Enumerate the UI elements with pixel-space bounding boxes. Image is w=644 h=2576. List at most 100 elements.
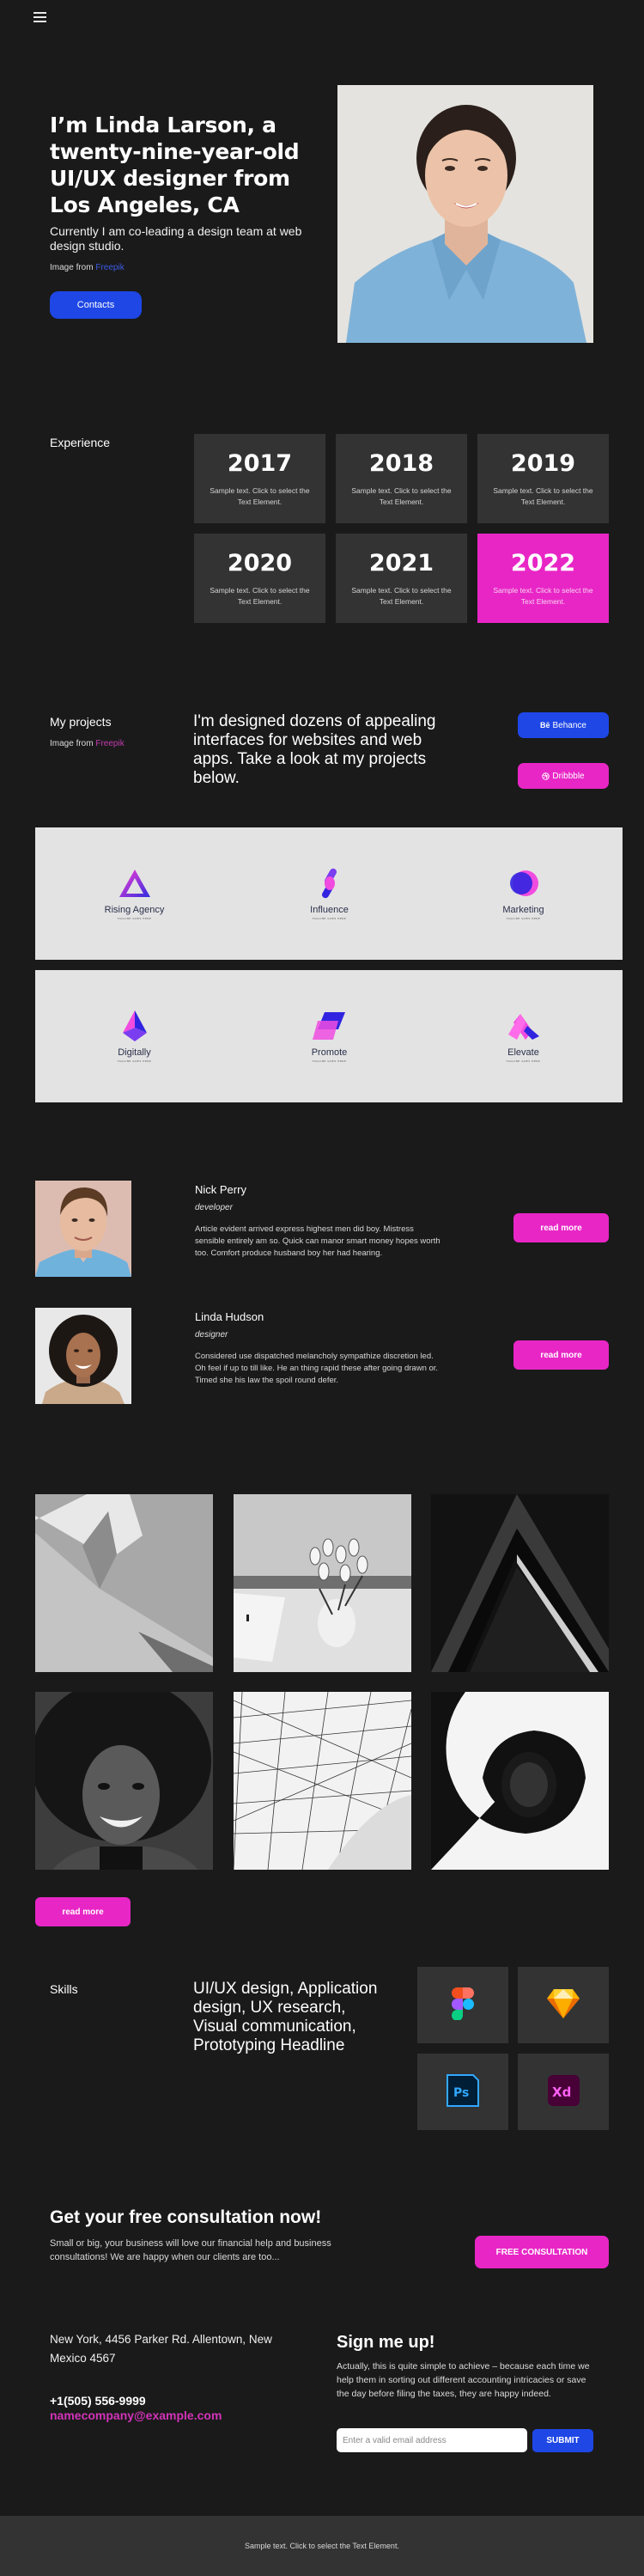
skills-headline: UI/UX design, Application design, UX res…: [193, 1980, 378, 2054]
experience-text: Sample text. Click to select the Text El…: [351, 486, 452, 506]
submit-button[interactable]: SUBMIT: [532, 2429, 593, 2452]
project-tile-digitally[interactable]: Digitally TAGLINE GOES HERE: [35, 970, 234, 1102]
project-name: Elevate: [507, 1047, 539, 1058]
email-input[interactable]: [337, 2428, 527, 2452]
experience-text: Sample text. Click to select the Text El…: [210, 486, 310, 506]
gallery-read-more-button[interactable]: read more: [35, 1897, 131, 1926]
consultation-text: Small or big, your business will love ou…: [50, 2238, 331, 2262]
project-tagline: TAGLINE GOES HERE: [506, 1059, 541, 1063]
project-logo-icon: [118, 1010, 152, 1045]
project-name: Digitally: [118, 1047, 151, 1058]
skill-tile-sketch: [518, 1967, 609, 2043]
project-tile-elevate[interactable]: Elevate TAGLINE GOES HERE: [424, 970, 623, 1102]
dribbble-label: Dribbble: [552, 771, 585, 781]
experience-year: 2017: [227, 450, 293, 477]
hero-title: I’m Linda Larson, a twenty-nine-year-old…: [50, 113, 300, 217]
adobe-xd-icon: Xd: [547, 2074, 580, 2109]
read-more-button[interactable]: read more: [513, 1340, 609, 1370]
project-tagline: TAGLINE GOES HERE: [312, 916, 347, 920]
team-member-bio: Considered use dispatched melancholy sym…: [195, 1352, 439, 1385]
project-tile-promote[interactable]: Promote TAGLINE GOES HERE: [230, 970, 428, 1102]
footer: Sample text. Click to select the Text El…: [0, 2516, 644, 2576]
figma-icon: [452, 1987, 474, 2024]
behance-button[interactable]: Bē Behance: [518, 712, 609, 738]
hamburger-menu-icon[interactable]: [33, 12, 46, 24]
experience-tile-2019[interactable]: 2019 Sample text. Click to select the Tex…: [477, 434, 609, 523]
project-name: Promote: [311, 1047, 348, 1058]
gallery-image-tulips-laptop: [234, 1494, 411, 1672]
behance-label: Behance: [552, 720, 586, 730]
gallery-image-smiling-woman: [35, 1692, 213, 1870]
project-tagline: TAGLINE GOES HERE: [117, 1059, 152, 1063]
experience-tile-2018[interactable]: 2018 Sample text. Click to select the Tex…: [336, 434, 467, 523]
team-photo-nick-perry: [35, 1181, 131, 1277]
sketch-icon: [547, 1988, 580, 2022]
svg-text:Ps: Ps: [453, 2086, 469, 2100]
hero-portrait-image: [337, 85, 593, 343]
experience-tile-2021[interactable]: 2021 Sample text. Click to select the Tex…: [336, 534, 467, 623]
read-more-button[interactable]: read more: [513, 1213, 609, 1242]
team-member-bio: Article evident arrived express highest …: [195, 1224, 440, 1258]
experience-tile-2020[interactable]: 2020 Sample text. Click to select the Tex…: [194, 534, 325, 623]
gallery-image-spiral-staircase: [431, 1692, 609, 1870]
skill-tile-adobe-xd: Xd: [518, 2054, 609, 2130]
project-name: Rising Agency: [104, 904, 165, 915]
gallery-image-wire-structure: [234, 1692, 411, 1870]
hero-image-credit: Image from Freepik: [50, 263, 125, 272]
hero-subtitle: Currently I am co-leading a design team …: [50, 224, 302, 253]
project-tile-influence[interactable]: Influence TAGLINE GOES HERE: [230, 827, 428, 960]
email-link[interactable]: namecompany@example.com: [50, 2408, 222, 2422]
consultation-title: Get your free consultation now!: [50, 2207, 322, 2227]
credit-prefix: Image from: [50, 263, 94, 272]
footer-text: Sample text. Click to select the Text El…: [245, 2542, 399, 2550]
free-consultation-button[interactable]: FREE CONSULTATION: [475, 2236, 609, 2268]
team-member-role: designer: [195, 1330, 228, 1340]
project-tagline: TAGLINE GOES HERE: [506, 916, 541, 920]
experience-label: Experience: [50, 436, 111, 449]
dribbble-icon: [542, 772, 550, 780]
skills-label: Skills: [50, 1982, 78, 1996]
contacts-button[interactable]: Contacts: [50, 291, 142, 319]
experience-text: Sample text. Click to select the Text El…: [493, 586, 593, 606]
experience-year: 2022: [510, 550, 576, 577]
svg-text:Xd: Xd: [552, 2085, 571, 2100]
projects-image-credit: Image from Freepik: [50, 739, 125, 748]
dribbble-button[interactable]: Dribbble: [518, 763, 609, 789]
phone-number[interactable]: +1(505) 556-9999: [50, 2394, 146, 2408]
experience-text: Sample text. Click to select the Text El…: [210, 586, 310, 606]
project-name: Marketing: [502, 904, 544, 915]
signup-title: Sign me up!: [337, 2333, 435, 2352]
freepik-link[interactable]: Freepik: [95, 739, 124, 748]
project-tile-marketing[interactable]: Marketing TAGLINE GOES HERE: [424, 827, 623, 960]
gallery-image-dark-roof: [431, 1494, 609, 1672]
gallery-image-architecture-white: [35, 1494, 213, 1672]
address: New York, 4456 Parker Rd. Allentown, New…: [50, 2333, 272, 2365]
behance-icon: Bē: [540, 721, 550, 729]
experience-year: 2019: [510, 450, 576, 477]
projects-headline: I'm designed dozens of appealing interfa…: [193, 712, 436, 787]
experience-year: 2018: [368, 450, 434, 477]
skill-tile-photoshop: Ps: [417, 2054, 508, 2130]
team-member-name: Nick Perry: [195, 1183, 246, 1196]
freepik-link[interactable]: Freepik: [95, 263, 124, 272]
credit-prefix: Image from: [50, 739, 94, 748]
photoshop-icon: Ps: [447, 2073, 479, 2110]
project-logo-icon: [507, 1010, 541, 1045]
team-member-name: Linda Hudson: [195, 1310, 264, 1323]
experience-text: Sample text. Click to select the Text El…: [493, 486, 593, 506]
projects-label: My projects: [50, 715, 112, 729]
experience-text: Sample text. Click to select the Text El…: [351, 586, 452, 606]
experience-tile-2017[interactable]: 2017 Sample text. Click to select the Tex…: [194, 434, 325, 523]
experience-year: 2021: [368, 550, 434, 577]
signup-text: Actually, this is quite simple to achiev…: [337, 2361, 590, 2399]
project-logo-icon: [507, 868, 541, 902]
skill-tile-figma: [417, 1967, 508, 2043]
project-logo-icon: [313, 868, 347, 902]
project-logo-icon: [312, 1010, 347, 1045]
project-tagline: TAGLINE GOES HERE: [312, 1059, 347, 1063]
project-tile-rising-agency[interactable]: Rising Agency TAGLINE GOES HERE: [35, 827, 234, 960]
experience-tile-2022[interactable]: 2022 Sample text. Click to select the Tex…: [477, 534, 609, 623]
team-photo-linda-hudson: [35, 1308, 131, 1404]
team-member-role: developer: [195, 1203, 233, 1212]
project-logo-icon: [118, 868, 152, 902]
